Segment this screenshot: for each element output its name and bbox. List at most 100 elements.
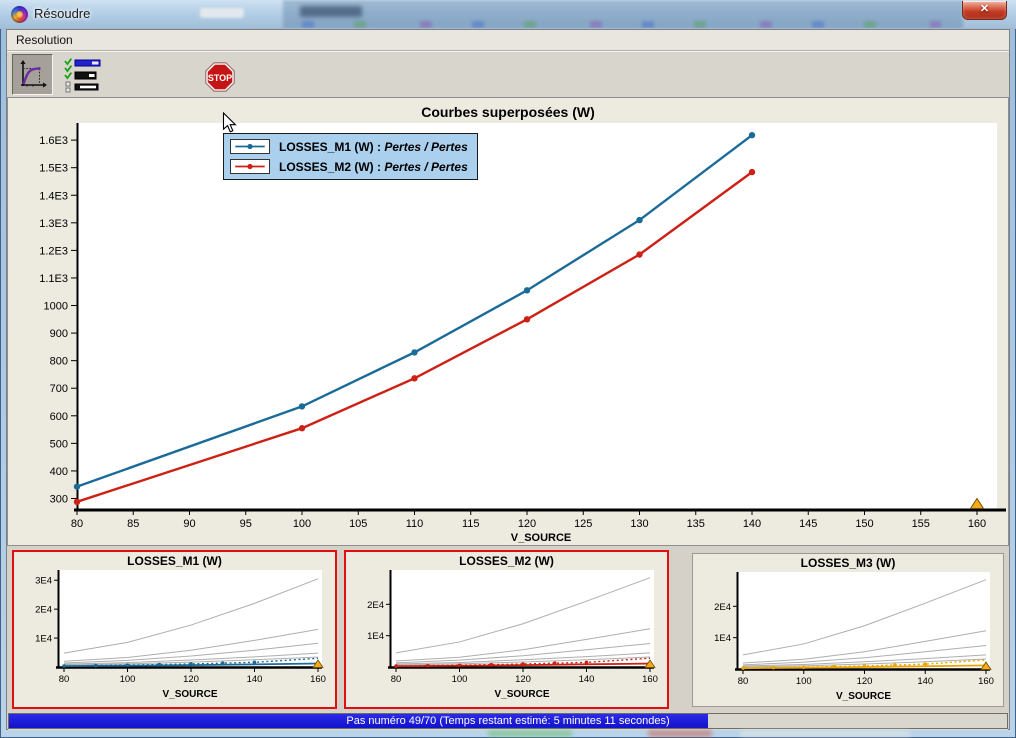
small-chart-panel-losses-m2[interactable]: LOSSES_M2 (W) 1E4 2E4 80 100 120 140 160 V_SOUR… [344,550,669,709]
svg-text:V_SOURCE: V_SOURCE [494,689,549,700]
svg-text:700: 700 [50,383,68,395]
small-chart-panel-losses-m3[interactable]: LOSSES_M3 (W) 1E4 2E4 80 100 120 140 160 V_SOUR… [692,553,1004,707]
progress-label: Pas numéro 49/70 (Temps restant estimé: … [9,714,1007,728]
window-title: Résoudre [34,6,90,21]
small-chart-title: LOSSES_M3 (W) [693,556,1003,570]
stop-label: STOP [208,73,232,83]
svg-text:500: 500 [50,438,68,450]
main-chart-title: Courbes superposées (W) [8,104,1008,120]
svg-text:100: 100 [120,674,136,685]
svg-text:135: 135 [687,518,705,530]
svg-text:1E4: 1E4 [35,634,52,645]
svg-text:1.1E3: 1.1E3 [39,273,68,285]
svg-text:1.5E3: 1.5E3 [39,163,68,175]
svg-text:140: 140 [743,518,761,530]
svg-text:100: 100 [452,674,468,685]
svg-text:100: 100 [293,518,311,530]
legend-item: LOSSES_M2 (W) : Pertes / Pertes [230,159,468,174]
titlebar: Résoudre ✕ [0,0,1016,29]
svg-text:1E4: 1E4 [367,631,384,642]
toolbar: STOP [7,52,1009,96]
small-chart-svg-m3: 1E4 2E4 80 100 120 140 160 V_SOURCE [693,571,1002,706]
svg-text:80: 80 [738,676,749,687]
svg-text:1.4E3: 1.4E3 [39,190,68,202]
stop-button[interactable]: STOP [205,62,235,92]
svg-text:80: 80 [391,674,402,685]
svg-text:1000: 1000 [44,301,68,313]
legend-item: LOSSES_M1 (W) : Pertes / Pertes [230,139,468,154]
svg-text:1.3E3: 1.3E3 [39,218,68,230]
svg-text:120: 120 [515,674,531,685]
svg-text:120: 120 [183,674,199,685]
svg-text:400: 400 [50,466,68,478]
svg-text:125: 125 [574,518,592,530]
svg-text:2E4: 2E4 [714,602,731,613]
svg-text:115: 115 [462,518,480,530]
small-chart-title: LOSSES_M2 (W) [346,554,667,568]
background-window-artifact [300,6,362,17]
app-icon [11,6,28,23]
svg-text:1.2E3: 1.2E3 [39,245,68,257]
svg-text:160: 160 [310,674,326,685]
legend-label: LOSSES_M1 (W) : Pertes / Pertes [279,140,468,154]
svg-text:100: 100 [796,676,812,687]
legend-swatch-m2 [230,159,270,174]
curve-chart-icon [17,59,49,91]
background-window-artifact [488,730,572,737]
run-list-button[interactable] [63,57,101,95]
small-chart-title: LOSSES_M1 (W) [14,554,335,568]
svg-text:120: 120 [857,676,873,687]
svg-text:140: 140 [247,674,263,685]
svg-text:95: 95 [240,518,252,530]
bottom-charts-strip: LOSSES_M1 (W) 1E4 2E4 3E4 80 100 120 140 160 V_S… [7,546,1009,712]
small-chart-svg-m1: 1E42E43E480100120140160V_SOURCE [14,569,334,707]
main-chart-svg: 300 400 500 600 700 800 900 1000 1.1E3 1.2E3 1.3E3… [8,98,1008,545]
svg-text:300: 300 [50,494,68,506]
svg-text:85: 85 [127,518,139,530]
svg-text:1E4: 1E4 [714,633,731,644]
svg-text:120: 120 [518,518,536,530]
small-chart-panel-losses-m1[interactable]: LOSSES_M1 (W) 1E42E43E480100120140160V_S… [12,550,337,709]
close-button[interactable]: ✕ [962,1,1007,20]
stop-icon: STOP [205,62,235,92]
progress-bar: Pas numéro 49/70 (Temps restant estimé: … [8,713,1008,729]
svg-text:2E4: 2E4 [367,600,384,611]
svg-text:800: 800 [50,356,68,368]
legend-swatch-m1 [230,139,270,154]
svg-text:3E4: 3E4 [35,576,52,587]
background-window-artifact [740,730,910,737]
svg-text:V_SOURCE: V_SOURCE [511,532,572,544]
svg-text:V_SOURCE: V_SOURCE [836,691,891,702]
legend-label: LOSSES_M2 (W) : Pertes / Pertes [279,160,468,174]
svg-text:1.6E3: 1.6E3 [39,135,68,147]
svg-text:145: 145 [799,518,817,530]
svg-text:110: 110 [406,518,424,530]
background-window-artifact [648,730,712,737]
svg-text:900: 900 [50,328,68,340]
svg-text:2E4: 2E4 [35,605,52,616]
svg-text:105: 105 [349,518,367,530]
resoudre-window: Résoudre ✕ Resolution [0,0,1016,738]
svg-text:155: 155 [912,518,930,530]
menubar: Resolution [7,30,1009,51]
svg-text:150: 150 [855,518,873,530]
main-chart-panel: 300 400 500 600 700 800 900 1000 1.1E3 1.2E3 1.3E3… [7,97,1009,546]
menu-item-resolution[interactable]: Resolution [7,30,80,47]
svg-text:80: 80 [71,518,83,530]
svg-text:140: 140 [579,674,595,685]
curves-view-button[interactable] [12,54,53,95]
svg-text:160: 160 [978,676,994,687]
svg-text:600: 600 [50,411,68,423]
svg-text:140: 140 [917,676,933,687]
svg-text:130: 130 [630,518,648,530]
chart-legend: LOSSES_M1 (W) : Pertes / Pertes LOSSES_M… [223,133,478,180]
background-window-artifact [200,8,244,18]
svg-text:160: 160 [642,674,658,685]
run-list-icon [63,57,101,95]
svg-text:90: 90 [183,518,195,530]
background-window-artifact [302,21,941,28]
small-chart-svg-m2: 1E4 2E4 80 100 120 140 160 V_SOURCE [346,569,666,707]
close-icon: ✕ [980,3,989,15]
svg-text:160: 160 [968,518,986,530]
svg-text:V_SOURCE: V_SOURCE [162,689,217,700]
